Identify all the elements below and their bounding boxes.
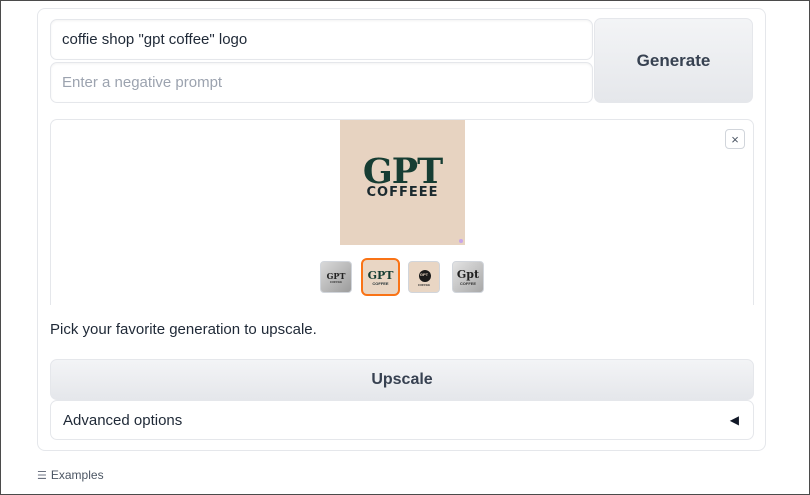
preview-corner-dot [459,239,463,243]
prompt-input[interactable]: coffie shop "gpt coffee" logo [50,19,593,60]
upscale-button[interactable]: Upscale [50,359,754,400]
gallery-thumbnail-1[interactable]: GPT COFFEE [320,261,352,293]
thumbnail-logo-text: GPT [367,269,394,282]
thumbnail-logo-subtext: COFFEE [417,283,431,287]
gallery-thumbnail-3[interactable]: GPT COFFEE [408,261,440,293]
generate-button[interactable]: Generate [594,18,753,103]
examples-header[interactable]: ☰ Examples [37,468,104,482]
thumbnail-logo-subtext: COFFEE [372,281,389,286]
preview-logo-text: GPT [362,151,443,192]
gallery-thumbnail-4[interactable]: Gpt COFFEE [452,261,484,293]
thumbnail-logo-subtext: COFFEE [459,281,477,286]
thumbnail-logo-text: GPT [419,272,429,277]
list-icon: ☰ [37,469,47,482]
gallery-thumbnail-2-selected[interactable]: GPT COFFEE [361,258,400,296]
preview-image[interactable]: GPT COFFEEE [340,120,465,245]
examples-label: Examples [50,468,104,482]
upscale-instructions: Pick your favorite generation to upscale… [50,321,317,338]
preview-logo-subtext: COFFEEE [366,185,439,200]
thumbnail-logo-subtext: COFFEE [329,280,343,284]
thumbnail-logo-text: GPT [326,271,346,281]
caret-left-icon[interactable]: ◀ [730,413,739,427]
advanced-options-accordion[interactable]: Advanced options ◀ [50,400,754,440]
thumbnail-logo-text: Gpt [456,268,480,281]
close-icon[interactable]: × [725,129,745,149]
negative-prompt-input[interactable]: Enter a negative prompt [50,62,593,103]
advanced-options-label: Advanced options [63,412,183,429]
